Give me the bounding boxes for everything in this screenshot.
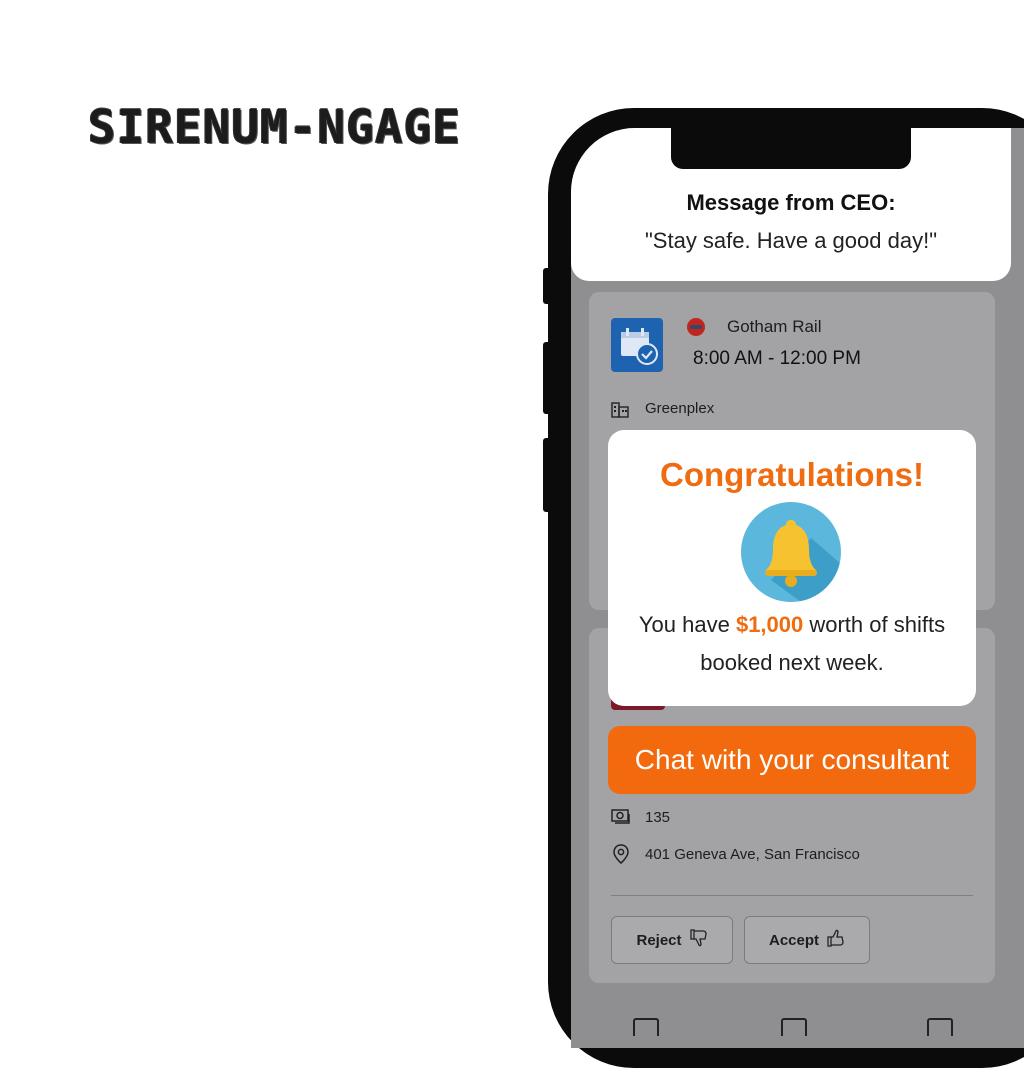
shift-amount: $1,000 xyxy=(735,612,804,637)
thumbs-down-icon xyxy=(689,929,708,951)
popup-message: You have $1,000 worth of shifts booked n… xyxy=(608,606,976,682)
popup-title: Congratulations! xyxy=(660,456,924,493)
phone-volume-down xyxy=(543,438,551,512)
location-pin-icon xyxy=(611,844,631,864)
accept-button[interactable]: Accept xyxy=(744,916,870,964)
popup-text-before: You have xyxy=(638,612,736,637)
reject-label: Reject xyxy=(636,931,682,949)
company-name: Gotham Rail xyxy=(727,317,822,336)
building-icon xyxy=(611,400,629,418)
phone-side-button xyxy=(543,268,551,304)
messages-tab-icon[interactable] xyxy=(781,1018,807,1036)
chat-with-consultant-button[interactable]: Chat with your consultant xyxy=(608,726,976,794)
thumbs-up-icon xyxy=(827,929,845,951)
congratulations-popup[interactable]: Congratulations! You have $1,000 worth o… xyxy=(608,430,976,706)
address: 401 Geneva Ave, San Francisco xyxy=(645,846,860,863)
pay-value: 135 xyxy=(645,809,671,826)
gotham-rail-logo-icon xyxy=(687,318,705,336)
divider xyxy=(611,895,973,896)
reject-button[interactable]: Reject xyxy=(611,916,733,964)
calendar-tab-icon[interactable] xyxy=(633,1018,659,1036)
bell-icon xyxy=(741,502,841,602)
phone-volume-up xyxy=(543,342,551,414)
phone-notch xyxy=(671,128,911,169)
site-name: Greenplex xyxy=(645,400,715,417)
ceo-message-text: "Stay safe. Have a good day!" xyxy=(644,228,937,253)
brand-logo: SIRENUM-NGAGE xyxy=(88,100,462,154)
shift-time: 8:00 AM - 12:00 PM xyxy=(693,348,861,369)
accept-label: Accept xyxy=(768,931,820,949)
ceo-message-title: Message from CEO: xyxy=(686,190,896,215)
money-icon xyxy=(611,807,631,827)
app-screen: Gotham Rail 8:00 AM - 12:00 PM Greenplex… xyxy=(571,128,1024,1048)
calendar-check-icon xyxy=(611,318,663,372)
grid-tab-icon[interactable] xyxy=(927,1018,953,1036)
